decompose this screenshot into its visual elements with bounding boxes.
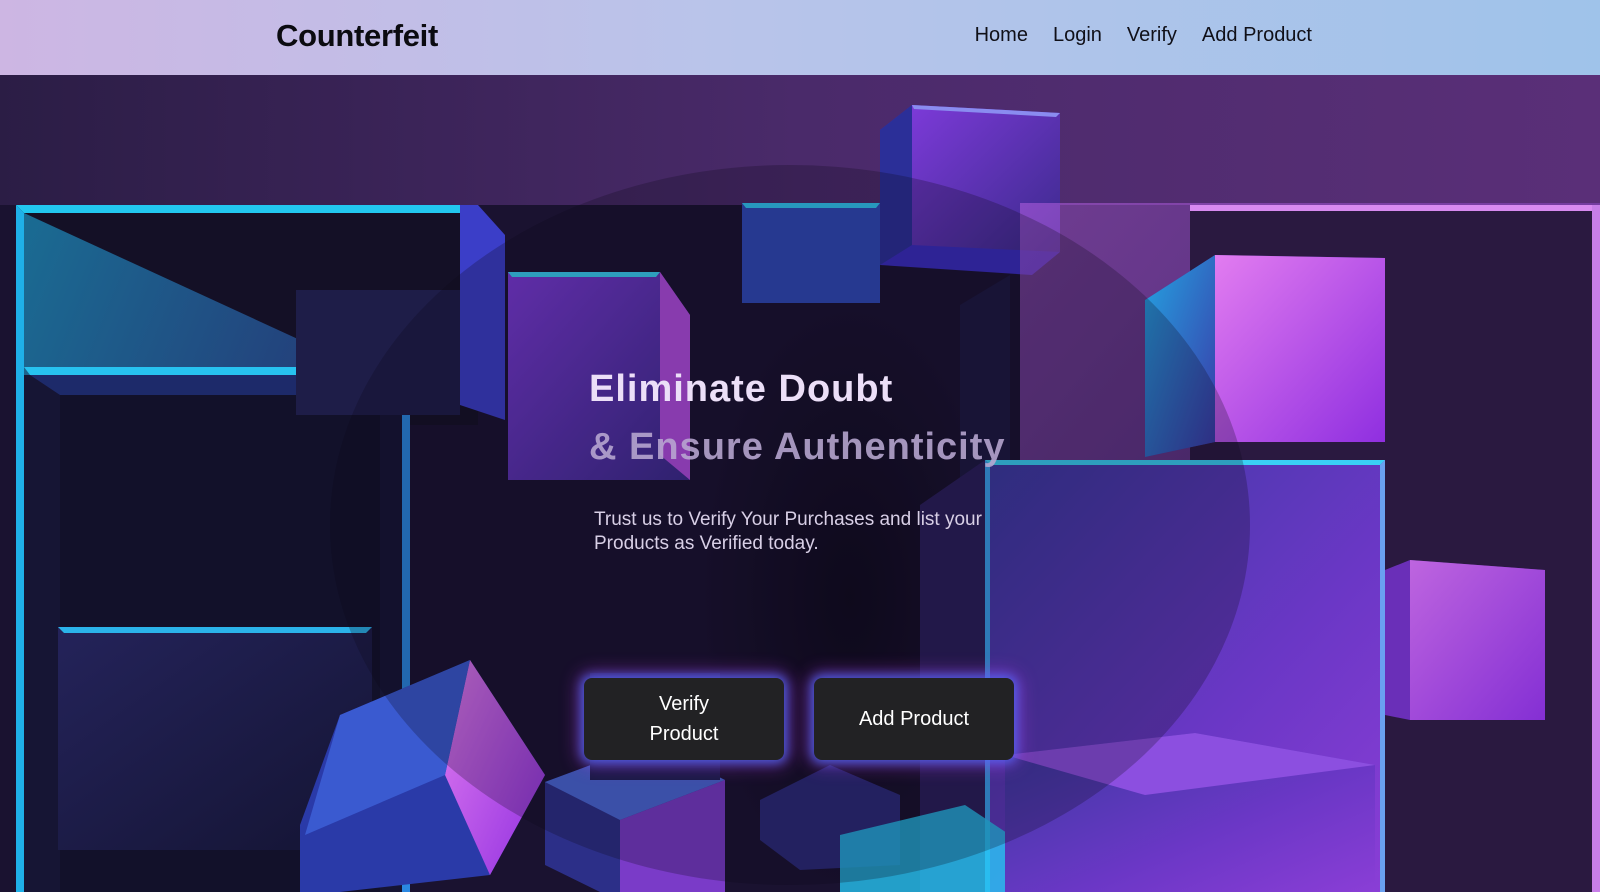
brand-logo[interactable]: Counterfeit bbox=[276, 18, 438, 54]
hero-headline: Eliminate Doubt & Ensure Authenticity bbox=[589, 360, 1006, 476]
hero-content: Eliminate Doubt & Ensure Authenticity Tr… bbox=[584, 360, 1014, 760]
hero-button-row: Verify Product Add Product bbox=[584, 678, 1014, 760]
nav-home-link[interactable]: Home bbox=[975, 24, 1028, 47]
headline-line-1: Eliminate Doubt bbox=[589, 368, 894, 410]
top-navbar: Counterfeit Home Login Verify Add Produc… bbox=[0, 0, 1600, 75]
hero-subtext: Trust us to Verify Your Purchases and li… bbox=[594, 509, 982, 554]
hero-section: Eliminate Doubt & Ensure Authenticity Tr… bbox=[0, 75, 1600, 892]
nav-links: Home Login Verify Add Product bbox=[975, 24, 1312, 47]
add-product-button[interactable]: Add Product bbox=[814, 678, 1014, 760]
nav-login-link[interactable]: Login bbox=[1053, 24, 1102, 47]
add-product-label: Add Product bbox=[858, 708, 970, 730]
nav-add-product-link[interactable]: Add Product bbox=[1202, 24, 1312, 47]
verify-product-label: Verify Product bbox=[649, 693, 719, 745]
verify-product-button[interactable]: Verify Product bbox=[584, 678, 784, 760]
nav-verify-link[interactable]: Verify bbox=[1127, 24, 1177, 47]
headline-line-2: & Ensure Authenticity bbox=[589, 426, 1006, 468]
